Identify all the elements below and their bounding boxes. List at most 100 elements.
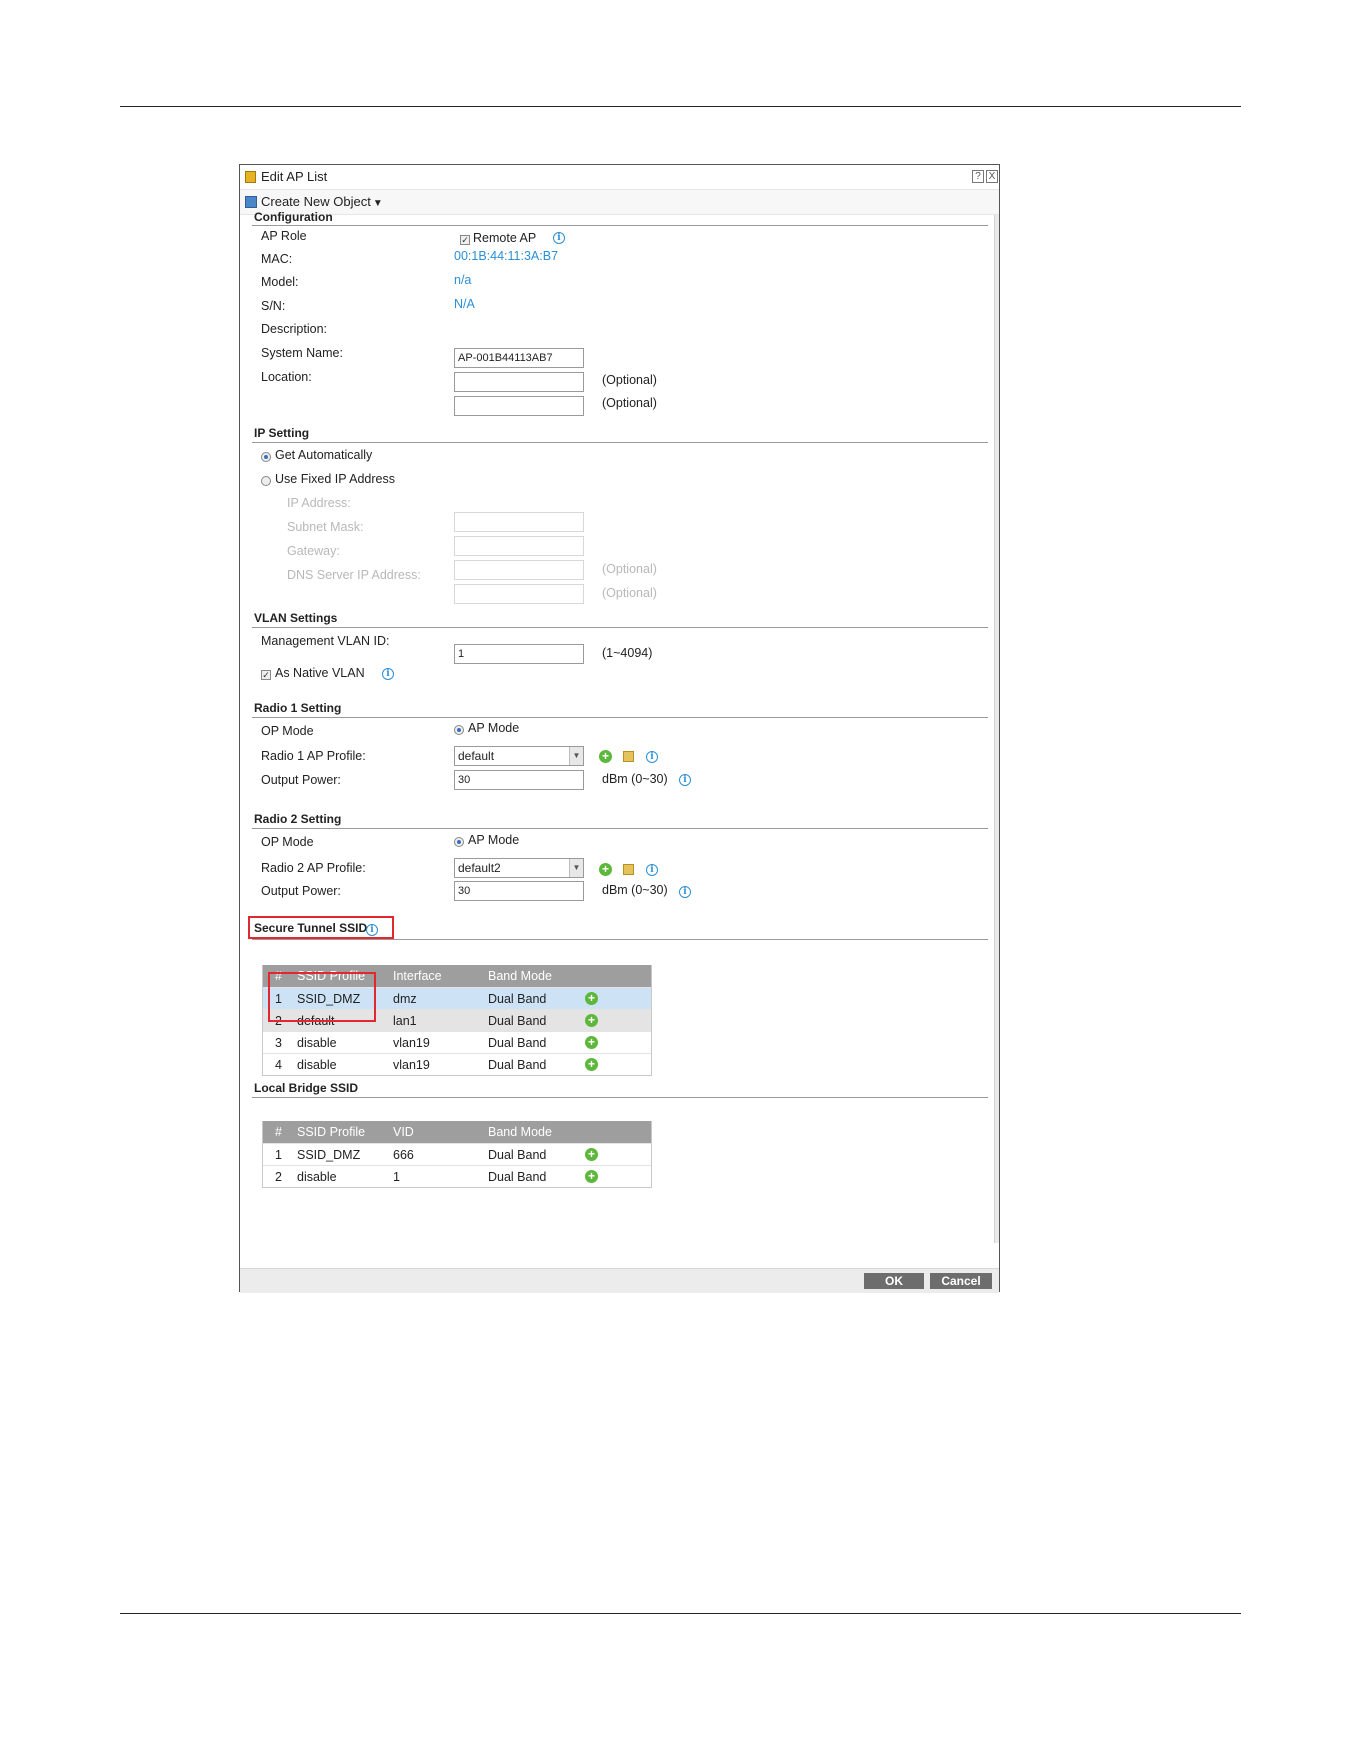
- power-unit-hint: dBm (0~30): [602, 883, 668, 897]
- radio1-profile-select[interactable]: default ▼: [454, 746, 584, 766]
- column-header-index: #: [275, 1125, 282, 1139]
- section-divider: [252, 939, 988, 940]
- optional-hint: (Optional): [602, 586, 657, 600]
- radio2-op-mode-label: OP Mode: [261, 835, 314, 849]
- remote-ap-label: Remote AP: [473, 231, 537, 245]
- gateway-label: Gateway:: [287, 544, 340, 558]
- dialog-title: Edit AP List: [261, 169, 328, 184]
- radio2-profile-label: Radio 2 AP Profile:: [261, 861, 366, 875]
- help-icon[interactable]: ?: [972, 170, 984, 183]
- vlan-range-hint: (1~4094): [602, 646, 653, 660]
- column-header-band-mode: Band Mode: [488, 1125, 552, 1139]
- radio1-power-label: Output Power:: [261, 773, 341, 787]
- ok-button[interactable]: OK: [864, 1273, 924, 1289]
- create-new-object-button[interactable]: Create New Object ▼: [261, 194, 383, 209]
- system-name-input[interactable]: [454, 372, 584, 392]
- edit-icon: [245, 171, 256, 183]
- ip-address-label: IP Address:: [287, 496, 351, 510]
- cell-interface: dmz: [393, 992, 417, 1006]
- vertical-scrollbar[interactable]: [994, 215, 999, 1243]
- add-icon[interactable]: +: [585, 1148, 598, 1161]
- add-profile-icon[interactable]: +: [599, 863, 612, 876]
- native-vlan-checkbox[interactable]: ✓: [261, 670, 271, 680]
- table-row[interactable]: 3 disable vlan19 Dual Band +: [263, 1031, 651, 1053]
- description-input[interactable]: AP-001B44113AB7: [454, 348, 584, 368]
- mac-label: MAC:: [261, 252, 293, 266]
- section-divider: [252, 627, 988, 628]
- cell-interface: vlan19: [393, 1058, 430, 1072]
- location-label: Location:: [261, 370, 312, 384]
- management-vlan-label: Management VLAN ID:: [261, 634, 390, 648]
- location-input[interactable]: [454, 396, 584, 416]
- optional-hint: (Optional): [602, 396, 657, 410]
- ip-address-input: [454, 512, 584, 532]
- radio1-op-mode-label: OP Mode: [261, 724, 314, 738]
- mac-value: 00:1B:44:11:3A:B7: [454, 249, 559, 263]
- sn-value: N/A: [454, 297, 475, 311]
- get-automatically-label: Get Automatically: [275, 448, 373, 462]
- remote-ap-checkbox[interactable]: ✓: [460, 235, 470, 245]
- info-icon[interactable]: i: [646, 864, 658, 876]
- cancel-button[interactable]: Cancel: [930, 1273, 992, 1289]
- cell-interface: vlan19: [393, 1036, 430, 1050]
- gateway-input: [454, 560, 584, 580]
- use-fixed-ip-radio[interactable]: [261, 476, 271, 486]
- table-row[interactable]: 4 disable vlan19 Dual Band +: [263, 1053, 651, 1075]
- native-vlan-label: As Native VLAN: [275, 666, 365, 680]
- subnet-mask-input: [454, 536, 584, 556]
- section-divider: [252, 442, 988, 443]
- radio1-ap-mode-radio[interactable]: [454, 725, 464, 735]
- cell-ssid-profile: SSID_DMZ: [297, 1148, 361, 1162]
- radio1-power-input[interactable]: 30: [454, 770, 584, 790]
- radio2-ap-mode-radio[interactable]: [454, 837, 464, 847]
- radio2-power-label: Output Power:: [261, 884, 341, 898]
- system-name-label: System Name:: [261, 346, 343, 360]
- section-divider: [252, 225, 988, 226]
- radio2-section-title: Radio 2 Setting: [254, 812, 342, 826]
- add-icon[interactable]: +: [585, 1058, 598, 1071]
- add-icon[interactable]: +: [585, 992, 598, 1005]
- dialog-footer: OK Cancel: [240, 1268, 999, 1293]
- dialog-titlebar: Edit AP List ? X: [240, 165, 999, 189]
- info-icon[interactable]: i: [679, 886, 691, 898]
- section-divider: [252, 717, 988, 718]
- info-icon[interactable]: i: [679, 774, 691, 786]
- configuration-section-title: Configuration: [254, 210, 333, 224]
- use-fixed-ip-label: Use Fixed IP Address: [275, 472, 395, 486]
- info-icon[interactable]: i: [382, 668, 394, 680]
- info-icon[interactable]: i: [646, 751, 658, 763]
- add-icon[interactable]: +: [585, 1014, 598, 1027]
- radio1-section-title: Radio 1 Setting: [254, 701, 342, 715]
- column-header-band-mode: Band Mode: [488, 969, 552, 983]
- create-object-icon: [245, 196, 257, 208]
- radio1-ap-mode-label: AP Mode: [468, 721, 520, 735]
- column-header-vid: VID: [393, 1125, 414, 1139]
- edit-profile-icon[interactable]: [623, 751, 634, 762]
- column-header-interface: Interface: [393, 969, 442, 983]
- dns-server-input: [454, 584, 584, 604]
- local-bridge-ssid-table: # SSID Profile VID Band Mode 1 SSID_DMZ …: [262, 1121, 652, 1188]
- radio2-ap-mode-label: AP Mode: [468, 833, 520, 847]
- dialog-toolbar: Create New Object ▼: [240, 189, 999, 215]
- section-divider: [252, 828, 988, 829]
- add-icon[interactable]: +: [585, 1036, 598, 1049]
- get-automatically-radio[interactable]: [261, 452, 271, 462]
- radio2-power-input[interactable]: 30: [454, 881, 584, 901]
- add-profile-icon[interactable]: +: [599, 750, 612, 763]
- add-icon[interactable]: +: [585, 1170, 598, 1183]
- radio2-profile-select[interactable]: default2 ▼: [454, 858, 584, 878]
- ssid-profile-highlight: [268, 972, 376, 1022]
- table-row[interactable]: 1 SSID_DMZ 666 Dual Band +: [263, 1143, 651, 1165]
- description-label: Description:: [261, 322, 327, 336]
- optional-hint: (Optional): [602, 562, 657, 576]
- cell-interface: lan1: [393, 1014, 417, 1028]
- sn-label: S/N:: [261, 299, 286, 313]
- cell-vid: 1: [393, 1170, 400, 1184]
- close-icon[interactable]: X: [986, 170, 998, 183]
- management-vlan-input[interactable]: 1: [454, 644, 584, 664]
- info-icon[interactable]: i: [553, 232, 565, 244]
- subnet-mask-label: Subnet Mask:: [287, 520, 364, 534]
- cell-band-mode: Dual Band: [488, 1170, 547, 1184]
- table-row[interactable]: 2 disable 1 Dual Band +: [263, 1165, 651, 1187]
- edit-profile-icon[interactable]: [623, 864, 634, 875]
